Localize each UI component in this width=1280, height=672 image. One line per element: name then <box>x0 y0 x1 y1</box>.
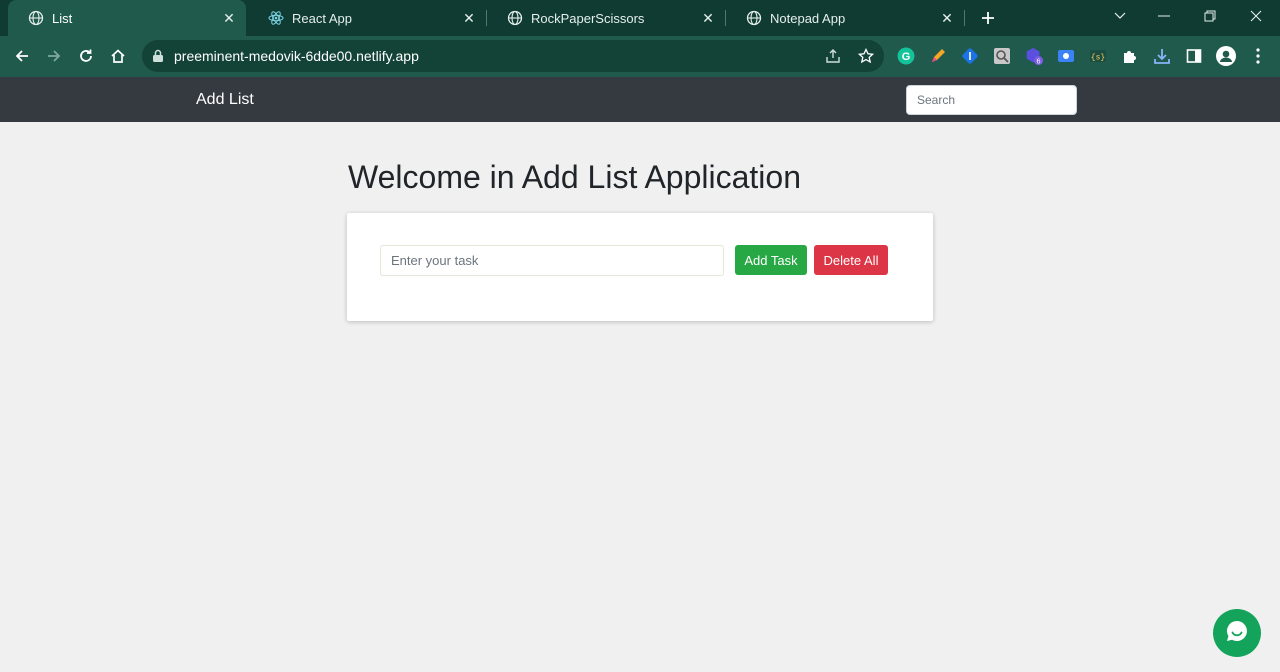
reload-icon[interactable] <box>72 42 100 70</box>
chat-icon <box>1224 618 1250 649</box>
tab-rockpaperscissors[interactable]: RockPaperScissors ✕ <box>487 0 725 36</box>
globe-icon <box>28 10 44 26</box>
profile-icon[interactable] <box>1216 46 1236 66</box>
task-card: Add Task Delete All <box>347 213 933 321</box>
sidepanel-icon[interactable] <box>1184 46 1204 66</box>
url-text: preeminent-medovik-6dde00.netlify.app <box>174 48 419 64</box>
tab-react-app[interactable]: React App ✕ <box>248 0 486 36</box>
browser-toolbar: preeminent-medovik-6dde00.netlify.app G … <box>0 36 1280 77</box>
tab-title: RockPaperScissors <box>531 10 645 26</box>
globe-icon <box>746 10 762 26</box>
tab-search-icon[interactable] <box>1097 0 1143 32</box>
home-icon[interactable] <box>104 42 132 70</box>
tab-separator <box>964 10 965 26</box>
tab-notepad-app[interactable]: Notepad App ✕ <box>726 0 964 36</box>
delete-all-button[interactable]: Delete All <box>814 245 888 275</box>
restore-icon[interactable] <box>1187 0 1233 32</box>
svg-text:G: G <box>902 51 911 63</box>
tab-list[interactable]: List ✕ <box>8 0 246 36</box>
close-icon[interactable]: ✕ <box>699 9 717 27</box>
share-icon[interactable] <box>824 47 842 65</box>
forward-icon[interactable] <box>40 42 68 70</box>
close-icon[interactable]: ✕ <box>220 9 238 27</box>
close-icon[interactable]: ✕ <box>460 9 478 27</box>
page-title: Welcome in Add List Application <box>348 159 801 195</box>
app-navbar: Add List <box>0 77 1280 122</box>
lock-icon[interactable] <box>152 49 164 68</box>
task-input[interactable] <box>380 245 724 276</box>
menu-icon[interactable] <box>1248 46 1268 66</box>
minimize-icon[interactable] <box>1141 0 1187 32</box>
chat-widget-button[interactable] <box>1213 609 1261 657</box>
react-icon <box>268 10 284 26</box>
screen-extension-icon[interactable] <box>1056 46 1076 66</box>
pen-extension-icon[interactable] <box>928 46 948 66</box>
info-extension-icon[interactable] <box>960 46 980 66</box>
puzzle-icon[interactable] <box>1120 46 1140 66</box>
tab-title: React App <box>292 10 352 26</box>
close-icon[interactable]: ✕ <box>938 9 956 27</box>
globe-icon <box>507 10 523 26</box>
navbar-brand[interactable]: Add List <box>196 91 254 109</box>
tab-title: List <box>52 10 73 26</box>
code-extension-icon[interactable]: {s} <box>1088 46 1108 66</box>
window-close-icon[interactable] <box>1233 0 1279 32</box>
grammarly-icon[interactable]: G <box>896 46 916 66</box>
tab-strip: List ✕ React App ✕ RockPaperScissors ✕ N… <box>0 0 1280 36</box>
star-icon[interactable] <box>857 47 875 65</box>
address-bar[interactable]: preeminent-medovik-6dde00.netlify.app <box>142 40 884 72</box>
search-input[interactable] <box>906 85 1077 115</box>
plus-icon[interactable] <box>976 6 1000 30</box>
svg-text:{s}: {s} <box>1091 54 1105 63</box>
search-extension-icon[interactable] <box>992 46 1012 66</box>
tab-title: Notepad App <box>770 10 846 26</box>
extension-badge-count: 6 <box>1037 56 1041 65</box>
cube-extension-icon[interactable]: 6 <box>1024 46 1044 66</box>
download-icon[interactable] <box>1152 46 1172 66</box>
back-icon[interactable] <box>8 42 36 70</box>
add-task-button[interactable]: Add Task <box>735 245 807 275</box>
